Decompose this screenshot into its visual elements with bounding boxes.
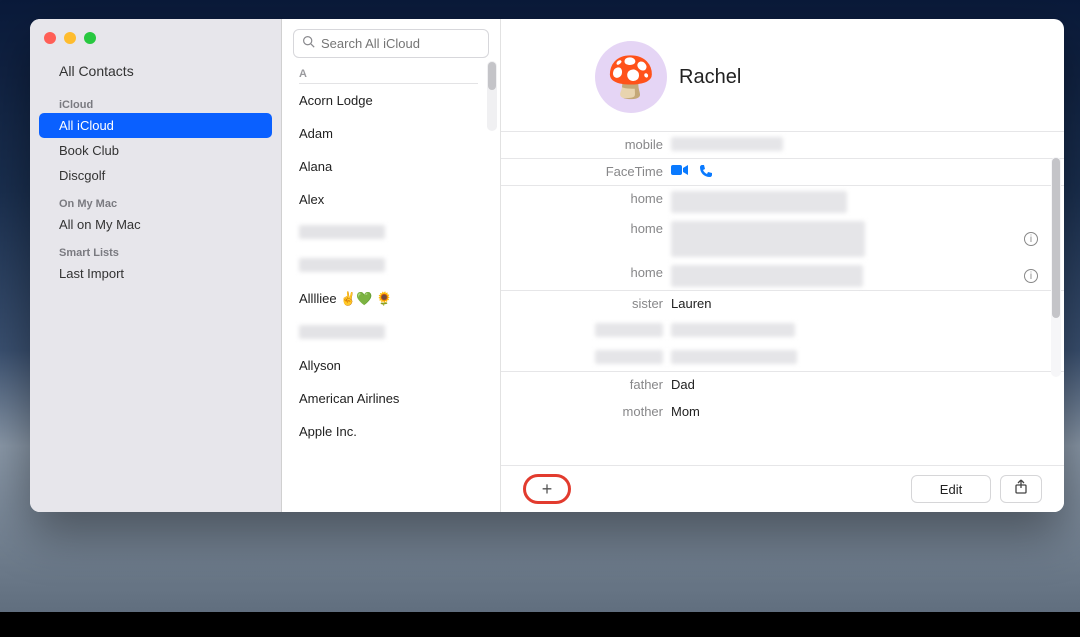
field-value — [671, 321, 1064, 337]
contact-field-row: home i — [501, 260, 1064, 291]
contact-list-item[interactable]: x — [299, 316, 478, 349]
sidebar: All Contacts iCloudAll iCloudBook ClubDi… — [30, 19, 282, 512]
field-value: Mom — [671, 402, 1064, 419]
sidebar-header: On My Mac — [39, 188, 272, 212]
facetime-audio-icon[interactable] — [699, 164, 713, 181]
field-label: FaceTime — [501, 162, 671, 179]
contact-list-item[interactable]: Allll​iee ✌️💚 🌻 — [299, 282, 478, 316]
search-field[interactable] — [293, 29, 489, 58]
field-label: mobile — [501, 135, 671, 152]
field-label: sister — [501, 294, 671, 311]
add-contact-button[interactable]: + — [523, 474, 571, 504]
field-label: home — [501, 219, 671, 236]
contact-name: Rachel — [679, 66, 741, 89]
contact-field-row: home i — [501, 216, 1064, 260]
detail-toolbar: + Edit — [501, 465, 1064, 512]
sidebar-item-book-club[interactable]: Book Club — [39, 138, 272, 163]
sidebar-header: iCloud — [39, 89, 272, 113]
contact-list-item[interactable]: Apple Inc. — [299, 415, 478, 448]
detail-scrollbar[interactable] — [1051, 157, 1061, 377]
close-window-button[interactable] — [44, 32, 56, 44]
sidebar-item-discgolf[interactable]: Discgolf — [39, 163, 272, 188]
field-value — [671, 135, 1064, 151]
share-button[interactable] — [1000, 475, 1042, 503]
field-value — [671, 189, 1064, 213]
contact-field-row: fatherDad — [501, 372, 1064, 399]
contact-field-row — [501, 345, 1064, 372]
sidebar-item-all-on-my-mac[interactable]: All on My Mac — [39, 212, 272, 237]
field-value: Lauren — [671, 294, 1064, 311]
window-controls — [30, 29, 281, 58]
field-label: mother — [501, 402, 671, 419]
info-icon[interactable]: i — [1024, 269, 1038, 283]
contact-list-item[interactable]: Allyson — [299, 349, 478, 382]
sidebar-all-contacts[interactable]: All Contacts — [39, 58, 272, 89]
contact-list-item[interactable]: American Airlines — [299, 382, 478, 415]
section-letter: A — [299, 66, 478, 84]
field-label — [501, 348, 671, 367]
avatar: 🍄 — [595, 41, 667, 113]
sidebar-item-all-icloud[interactable]: All iCloud — [39, 113, 272, 138]
search-icon — [302, 35, 315, 53]
contact-field-row — [501, 318, 1064, 345]
field-label: father — [501, 375, 671, 392]
contact-field-row: FaceTime — [501, 159, 1064, 186]
minimize-window-button[interactable] — [64, 32, 76, 44]
facetime-video-icon[interactable] — [671, 164, 689, 181]
field-label: home — [501, 263, 671, 280]
sidebar-header: Smart Lists — [39, 237, 272, 261]
field-label — [501, 321, 671, 340]
field-label: home — [501, 189, 671, 206]
contacts-list-pane: AAcorn LodgeAdamAlanaAlexxxAllll​iee ✌️💚… — [282, 19, 501, 512]
contact-field-row: mobile — [501, 132, 1064, 159]
field-value — [671, 348, 1064, 364]
field-value: Dad — [671, 375, 1064, 392]
field-value: i — [671, 263, 1064, 287]
contacts-window: All Contacts iCloudAll iCloudBook ClubDi… — [30, 19, 1064, 512]
contact-list-item[interactable]: Alex — [299, 183, 478, 216]
list-scrollbar[interactable] — [487, 61, 497, 131]
field-value: i — [671, 219, 1064, 257]
contact-list-item[interactable]: Alana — [299, 150, 478, 183]
info-icon[interactable]: i — [1024, 232, 1038, 246]
search-input[interactable] — [321, 36, 497, 51]
contact-list-item[interactable]: Adam — [299, 117, 478, 150]
contact-field-row: motherMom — [501, 399, 1064, 426]
field-value — [671, 162, 1064, 181]
zoom-window-button[interactable] — [84, 32, 96, 44]
contact-field-row: home — [501, 186, 1064, 216]
plus-icon: + — [542, 479, 553, 500]
contact-field-row: sisterLauren — [501, 291, 1064, 318]
contact-list-item[interactable]: Acorn Lodge — [299, 84, 478, 117]
contact-list-item[interactable]: x — [299, 216, 478, 249]
contact-detail-pane: 🍄 Rachel mobile FaceTime home home i home i sis… — [501, 19, 1064, 512]
contact-list-item[interactable]: x — [299, 249, 478, 282]
share-icon — [1014, 479, 1028, 500]
sidebar-item-last-import[interactable]: Last Import — [39, 261, 272, 286]
edit-button[interactable]: Edit — [911, 475, 991, 503]
